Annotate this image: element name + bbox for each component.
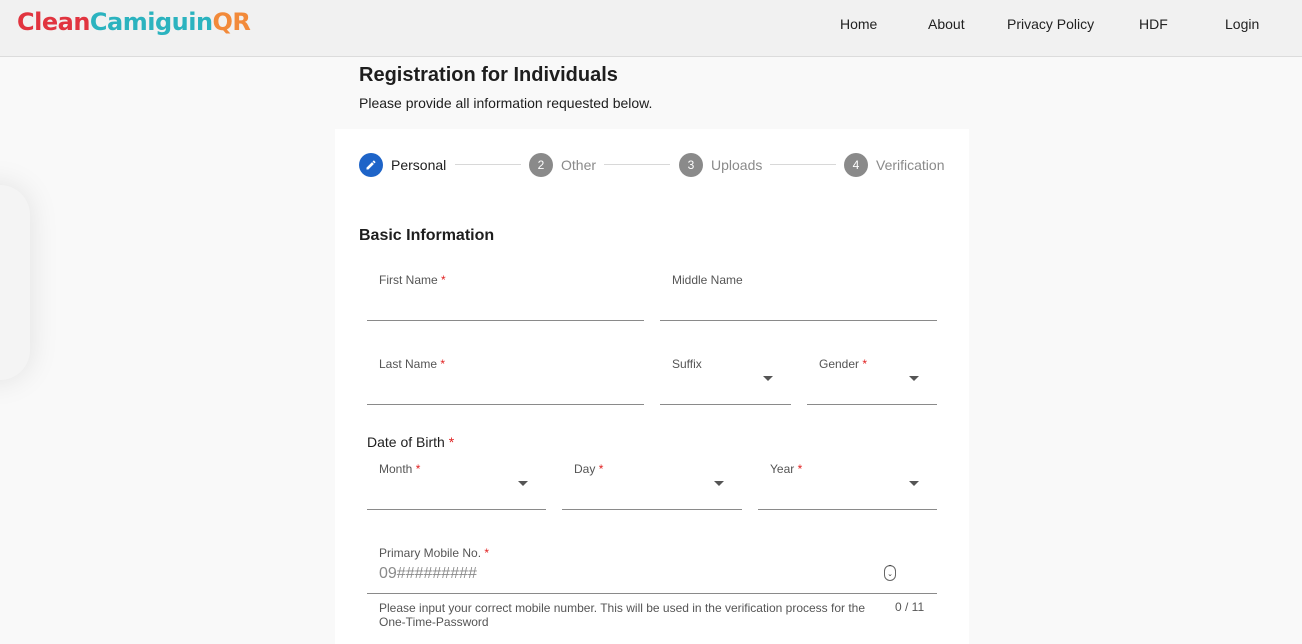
first-name-field[interactable]: First Name * <box>367 265 644 321</box>
dropdown-arrow-icon <box>714 481 724 486</box>
step-other[interactable]: 2 Other <box>529 153 596 177</box>
step-label: Other <box>561 157 597 173</box>
field-label: Suffix <box>672 357 702 371</box>
step-number: 4 <box>844 153 868 177</box>
middle-name-field[interactable]: Middle Name <box>660 265 937 321</box>
month-select[interactable]: Month * <box>367 454 546 510</box>
field-label: Last Name * <box>379 357 446 371</box>
field-label: Day * <box>574 462 604 476</box>
logo[interactable]: CleanCamiguinQR <box>17 8 251 36</box>
nav-login[interactable]: Login <box>1225 16 1259 32</box>
dropdown-arrow-icon <box>763 376 773 381</box>
page-subtitle: Please provide all information requested… <box>359 95 653 111</box>
logo-part-camiguin: Camiguin <box>89 8 213 36</box>
step-verification[interactable]: 4 Verification <box>844 153 944 177</box>
stepper-connector <box>604 164 670 165</box>
mobile-hint: Please input your correct mobile number.… <box>379 601 866 629</box>
year-select[interactable]: Year * <box>758 454 937 510</box>
dropdown-arrow-icon <box>909 481 919 486</box>
stepper-connector <box>455 164 521 165</box>
step-uploads[interactable]: 3 Uploads <box>679 153 762 177</box>
gender-select[interactable]: Gender * <box>807 349 937 405</box>
nav-hdf[interactable]: HDF <box>1139 16 1168 32</box>
logo-part-clean: Clean <box>17 8 90 36</box>
suffix-select[interactable]: Suffix <box>660 349 791 405</box>
field-label: Year * <box>770 462 803 476</box>
dropdown-arrow-icon <box>909 376 919 381</box>
step-number: 2 <box>529 153 553 177</box>
section-title-basic-information: Basic Information <box>359 227 495 244</box>
step-number: 3 <box>679 153 703 177</box>
stepper-connector <box>770 164 836 165</box>
page-title: Registration for Individuals <box>359 64 618 86</box>
nav-home[interactable]: Home <box>840 16 877 32</box>
date-of-birth-label: Date of Birth * <box>367 434 455 450</box>
dropdown-arrow-icon <box>518 481 528 486</box>
side-drawer-handle[interactable] <box>0 185 30 380</box>
field-label: Primary Mobile No. * <box>379 546 490 560</box>
primary-mobile-input[interactable]: Primary Mobile No. * 09######### ⌃ ⌄ <box>367 538 937 594</box>
field-label: Gender * <box>819 357 868 371</box>
step-label: Uploads <box>711 157 763 173</box>
mobile-char-counter: 0 / 11 <box>895 600 925 614</box>
field-label: Month * <box>379 462 421 476</box>
field-label: Middle Name <box>672 273 743 287</box>
day-select[interactable]: Day * <box>562 454 742 510</box>
mobile-placeholder: 09######### <box>379 565 477 582</box>
step-label: Personal <box>391 157 447 173</box>
number-spinner-icon[interactable]: ⌃ ⌄ <box>884 565 896 581</box>
logo-part-qr: QR <box>212 8 251 36</box>
field-label: First Name * <box>379 273 446 287</box>
nav-privacy-policy[interactable]: Privacy Policy <box>1007 16 1094 32</box>
nav-about[interactable]: About <box>928 16 965 32</box>
step-personal[interactable]: Personal <box>359 153 446 177</box>
last-name-field[interactable]: Last Name * <box>367 349 644 405</box>
step-label: Verification <box>876 157 945 173</box>
pencil-icon <box>359 153 383 177</box>
top-navbar: CleanCamiguinQR Home About Privacy Polic… <box>0 0 1302 57</box>
